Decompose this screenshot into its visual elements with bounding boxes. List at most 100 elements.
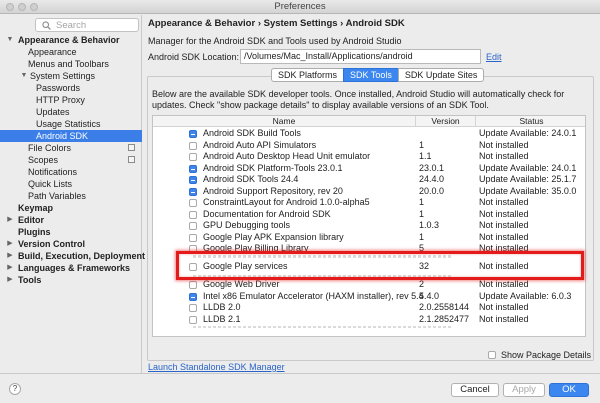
show-package-details-checkbox[interactable] <box>488 351 496 359</box>
sidebar-item-tools[interactable]: ▶ Tools <box>0 274 142 286</box>
sidebar-item-notifications[interactable]: Notifications <box>0 166 142 178</box>
chevron-down-icon[interactable]: ▼ <box>20 70 28 82</box>
sidebar-item-version-control[interactable]: ▶ Version Control <box>0 238 142 250</box>
chevron-right-icon[interactable]: ▶ <box>6 214 14 226</box>
column-header-name[interactable]: Name <box>153 116 415 126</box>
ok-button[interactable]: OK <box>549 383 589 397</box>
row-checkbox[interactable] <box>189 245 197 253</box>
project-scope-icon <box>128 144 135 151</box>
row-checkbox[interactable] <box>189 188 197 196</box>
table-row[interactable]: Documentation for Android SDK 1 Not instal… <box>153 209 585 220</box>
sidebar-item-languages-frameworks[interactable]: ▶ Languages & Frameworks <box>0 262 142 274</box>
table-row[interactable]: Android Auto Desktop Head Unit emulator 1… <box>153 151 585 162</box>
show-package-details-label: Show Package Details <box>501 350 592 360</box>
tab-sdk-update-sites[interactable]: SDK Update Sites <box>397 68 485 82</box>
search-icon <box>42 21 51 30</box>
row-version: 2.1.2852477 <box>419 314 470 324</box>
sidebar-item-passwords[interactable]: Passwords <box>0 82 142 94</box>
sidebar-item-appearance-behavior[interactable]: ▼ Appearance & Behavior <box>0 34 142 46</box>
table-row[interactable]: Android SDK Build Tools Update Available:… <box>153 128 585 139</box>
sidebar-item-path-variables[interactable]: Path Variables <box>0 190 142 202</box>
row-checkbox[interactable] <box>189 316 197 324</box>
sidebar-item-updates[interactable]: Updates <box>0 106 142 118</box>
sidebar-item-appearance[interactable]: Appearance <box>0 46 142 58</box>
sidebar-item-label: System Settings <box>30 71 96 81</box>
cancel-button[interactable]: Cancel <box>451 383 499 397</box>
row-checkbox[interactable] <box>189 263 197 271</box>
search-field[interactable]: Search <box>35 18 139 32</box>
row-checkbox[interactable] <box>189 293 197 301</box>
sidebar-item-file-colors[interactable]: File Colors <box>0 142 142 154</box>
sidebar-item-label: Version Control <box>18 239 86 249</box>
row-status: Not installed <box>479 279 529 289</box>
sidebar-item-plugins[interactable]: Plugins <box>0 226 142 238</box>
sidebar-item-scopes[interactable]: Scopes <box>0 154 142 166</box>
table-row[interactable]: Google Web Driver 2 Not installed <box>153 279 585 290</box>
table-row[interactable]: Android Support Repository, rev 20 20.0.0… <box>153 186 585 197</box>
chevron-right-icon[interactable]: ▶ <box>6 274 14 286</box>
sidebar-item-label: Appearance & Behavior <box>18 35 120 45</box>
sidebar-item-android-sdk[interactable]: Android SDK <box>0 130 142 142</box>
table-row[interactable]: ConstraintLayout for Android 1.0.0-alpha… <box>153 197 585 208</box>
partial-row <box>193 326 453 328</box>
chevron-down-icon[interactable]: ▼ <box>6 34 14 46</box>
row-checkbox[interactable] <box>189 130 197 138</box>
table-row[interactable]: Google Play services 32 Not installed <box>153 261 585 272</box>
column-header-version[interactable]: Version <box>415 116 475 126</box>
chevron-right-icon[interactable]: ▶ <box>6 250 14 262</box>
apply-button[interactable]: Apply <box>503 383 545 397</box>
tab-sdk-tools[interactable]: SDK Tools <box>343 68 399 82</box>
column-header-status[interactable]: Status <box>475 116 585 126</box>
row-version: 1 <box>419 140 425 150</box>
sdk-location-field[interactable]: /Volumes/Mac_Install/Applications/androi… <box>240 49 481 64</box>
row-checkbox[interactable] <box>189 304 197 312</box>
sidebar-item-keymap[interactable]: Keymap <box>0 202 142 214</box>
sidebar-item-editor[interactable]: ▶ Editor <box>0 214 142 226</box>
row-checkbox[interactable] <box>189 281 197 289</box>
launch-sdk-manager-link[interactable]: Launch Standalone SDK Manager <box>148 362 285 372</box>
chevron-right-icon[interactable]: ▶ <box>6 238 14 250</box>
table-row[interactable]: LLDB 2.0 2.0.2558144 Not installed <box>153 302 585 313</box>
chevron-right-icon[interactable]: ▶ <box>6 262 14 274</box>
sidebar-item-usage-statistics[interactable]: Usage Statistics <box>0 118 142 130</box>
row-status: Not installed <box>479 220 529 230</box>
close-window-button[interactable] <box>6 3 14 11</box>
row-checkbox[interactable] <box>189 153 197 161</box>
tab-sdk-platforms[interactable]: SDK Platforms <box>271 68 345 82</box>
row-version: 32 <box>419 261 430 271</box>
sidebar-item-label: Path Variables <box>28 191 86 201</box>
search-placeholder: Search <box>56 20 87 31</box>
info-text: Below are the available SDK developer to… <box>152 89 565 110</box>
table-row[interactable]: Google Play APK Expansion library 1 Not in… <box>153 232 585 243</box>
table-row[interactable]: LLDB 2.1 2.1.2852477 Not installed <box>153 314 585 325</box>
row-checkbox[interactable] <box>189 234 197 242</box>
table-row[interactable]: Intel x86 Emulator Accelerator (HAXM ins… <box>153 291 585 302</box>
sidebar-item-label: Plugins <box>18 227 51 237</box>
table-row[interactable]: GPU Debugging tools 1.0.3 Not installed <box>153 220 585 231</box>
table-row[interactable]: Google Play Billing Library 5 Not installe… <box>153 243 585 254</box>
row-checkbox[interactable] <box>189 222 197 230</box>
row-checkbox[interactable] <box>189 176 197 184</box>
row-version: 1.0.3 <box>419 220 440 230</box>
row-status: Update Available: 6.0.3 <box>479 291 572 301</box>
sdk-tools-panel: Below are the available SDK developer to… <box>147 76 594 361</box>
table-row[interactable]: Android SDK Platform-Tools 23.0.1 23.0.1 U… <box>153 163 585 174</box>
help-button[interactable]: ? <box>9 383 21 395</box>
row-checkbox[interactable] <box>189 199 197 207</box>
sidebar-item-system-settings[interactable]: ▼ System Settings <box>0 70 142 82</box>
project-scope-icon <box>128 156 135 163</box>
row-status: Not installed <box>479 302 529 312</box>
sidebar-item-build-execution-deployment[interactable]: ▶ Build, Execution, Deployment <box>0 250 145 262</box>
sidebar-item-quick-lists[interactable]: Quick Lists <box>0 178 142 190</box>
zoom-window-button[interactable] <box>30 3 38 11</box>
row-checkbox[interactable] <box>189 142 197 150</box>
sidebar-item-http-proxy[interactable]: HTTP Proxy <box>0 94 142 106</box>
table-row[interactable]: Android SDK Tools 24.4 24.4.0 Update Avail… <box>153 174 585 185</box>
minimize-window-button[interactable] <box>18 3 26 11</box>
sidebar-item-menus-and-toolbars[interactable]: Menus and Toolbars <box>0 58 142 70</box>
row-checkbox[interactable] <box>189 165 197 173</box>
edit-location-link[interactable]: Edit <box>486 52 502 62</box>
android-sdk-page: Appearance & Behavior › System Settings … <box>143 15 600 373</box>
row-checkbox[interactable] <box>189 211 197 219</box>
table-row[interactable]: Android Auto API Simulators 1 Not installe… <box>153 140 585 151</box>
